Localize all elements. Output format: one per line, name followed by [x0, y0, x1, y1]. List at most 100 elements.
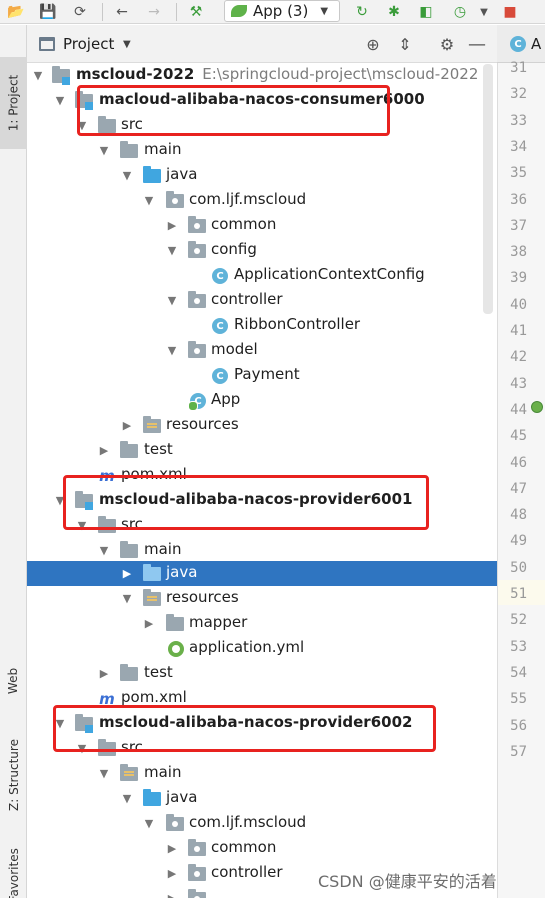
main-label: main [144, 540, 182, 558]
expand-arrow-icon[interactable]: ▼ [76, 736, 88, 761]
rerun-icon[interactable]: ↻ [352, 2, 372, 22]
tree-row-model[interactable]: ▼ model [27, 338, 497, 363]
panel-title[interactable]: Project [63, 35, 114, 53]
expand-arrow-icon[interactable]: ▼ [76, 513, 88, 538]
collapsed-arrow-icon[interactable]: ▶ [98, 438, 110, 463]
tree-row-consumer-module[interactable]: ▼ macloud-alibaba-nacos-consumer6000 [27, 88, 497, 113]
tree-row-application-yml[interactable]: application.yml [27, 636, 497, 661]
tab-project[interactable]: 1: Project [0, 57, 27, 149]
debug-bug-icon[interactable]: ✱ [384, 2, 404, 22]
line-number: 56 [510, 717, 527, 734]
expand-arrow-icon[interactable]: ▼ [98, 138, 110, 163]
back-icon[interactable]: ← [112, 2, 132, 22]
expand-arrow-icon[interactable]: ▼ [54, 488, 66, 513]
expand-arrow-icon[interactable]: ▼ [54, 711, 66, 736]
expand-arrow-icon[interactable]: ▼ [121, 163, 133, 188]
editor-tab[interactable]: C A [497, 25, 545, 63]
collapsed-arrow-icon[interactable]: ▶ [121, 561, 133, 586]
tree-row-app-context-config[interactable]: C ApplicationContextConfig [27, 263, 497, 288]
chevron-down-icon[interactable]: ▼ [474, 2, 494, 22]
run-gutter-icon[interactable] [531, 401, 543, 413]
expand-arrow-icon[interactable]: ▼ [166, 238, 178, 263]
tree-row-ribbon-controller[interactable]: C RibbonController [27, 313, 497, 338]
resources-label: resources [166, 588, 239, 606]
tree-row-java[interactable]: ▼ java [27, 163, 497, 188]
tree-row-src[interactable]: ▼ src [27, 736, 497, 761]
collapsed-arrow-icon[interactable]: ▶ [166, 886, 178, 898]
tree-row-src[interactable]: ▼ src [27, 513, 497, 538]
tree-row-java-selected[interactable]: ▶ java [27, 561, 497, 586]
tree-row-pom[interactable]: m pom.xml [27, 686, 497, 711]
expand-arrow-icon[interactable]: ▼ [76, 113, 88, 138]
collapse-all-icon[interactable]: ⇕ [395, 34, 415, 54]
module-folder-icon [75, 714, 93, 733]
expand-arrow-icon[interactable]: ▼ [98, 538, 110, 563]
run-configuration-dropdown[interactable]: App (3) ▼ [224, 0, 340, 22]
tree-row-controller[interactable]: ▼ controller [27, 288, 497, 313]
tree-row-config[interactable]: ▼ config [27, 238, 497, 263]
minimize-icon[interactable]: — [467, 34, 487, 55]
expand-arrow-icon[interactable]: ▼ [166, 338, 178, 363]
tree-row-src[interactable]: ▼ src [27, 113, 497, 138]
tree-row-test[interactable]: ▶ test [27, 661, 497, 686]
tree-row-resources[interactable]: ▼ resources [27, 586, 497, 611]
tree-row-main[interactable]: ▼ main [27, 761, 497, 786]
tree-row-mapper[interactable]: ▶ mapper [27, 611, 497, 636]
sync-icon[interactable]: ⟳ [70, 2, 90, 22]
source-folder-icon [143, 789, 161, 806]
locate-crosshair-icon[interactable]: ⊕ [363, 34, 383, 54]
expand-arrow-icon[interactable]: ▼ [121, 786, 133, 811]
tab-structure[interactable]: Z: Structure [0, 725, 27, 825]
collapsed-arrow-icon[interactable]: ▶ [121, 413, 133, 438]
stop-icon[interactable]: ■ [500, 2, 520, 22]
expand-arrow-icon[interactable]: ▼ [121, 586, 133, 611]
tree-row-resources[interactable]: ▶ resources [27, 413, 497, 438]
tree-row-provider6001-module[interactable]: ▼ mscloud-alibaba-nacos-provider6001 [27, 488, 497, 513]
expand-arrow-icon[interactable]: ▼ [166, 288, 178, 313]
gear-icon[interactable]: ⚙ [437, 34, 457, 54]
forward-icon[interactable]: → [144, 2, 164, 22]
chevron-down-icon[interactable]: ▼ [123, 39, 131, 50]
expand-arrow-icon[interactable]: ▼ [32, 63, 44, 88]
expand-arrow-icon[interactable]: ▼ [98, 761, 110, 786]
package-label: com.ljf.mscloud [189, 813, 307, 831]
line-number: 34 [510, 138, 527, 155]
tree-row-common[interactable]: ▶ common [27, 836, 497, 861]
coverage-icon[interactable]: ◧ [416, 2, 436, 22]
collapsed-arrow-icon[interactable]: ▶ [166, 213, 178, 238]
line-number: 42 [510, 349, 527, 366]
tree-row-java[interactable]: ▼ java [27, 786, 497, 811]
maven-icon: m [99, 690, 115, 708]
tree-row-pom[interactable]: m pom.xml [27, 463, 497, 488]
tree-row-payment[interactable]: C Payment [27, 363, 497, 388]
tree-row-app[interactable]: C App [27, 388, 497, 413]
expand-arrow-icon[interactable]: ▼ [54, 88, 66, 113]
pom-label: pom.xml [121, 465, 187, 483]
expand-arrow-icon[interactable]: ▼ [143, 811, 155, 836]
tree-row-package[interactable]: ▼ com.ljf.mscloud [27, 188, 497, 213]
project-tree[interactable]: ▼ mscloud-2022 E:\springcloud-project\msc… [27, 63, 497, 898]
collapsed-arrow-icon[interactable]: ▶ [143, 611, 155, 636]
tree-row-package[interactable]: ▼ com.ljf.mscloud [27, 811, 497, 836]
tree-row-common[interactable]: ▶ common [27, 213, 497, 238]
tree-row-main[interactable]: ▼ main [27, 138, 497, 163]
line-number: 31 [510, 60, 527, 76]
tree-scrollbar[interactable] [483, 64, 493, 314]
line-number: 33 [510, 112, 527, 129]
tab-favorites[interactable]: 2: Favorites [0, 843, 27, 898]
tree-row-test[interactable]: ▶ test [27, 438, 497, 463]
line-number: 43 [510, 375, 527, 392]
profile-icon[interactable]: ◷ [450, 2, 470, 22]
line-number: 41 [510, 323, 527, 339]
open-folder-icon[interactable]: 📂 [6, 2, 26, 22]
collapsed-arrow-icon[interactable]: ▶ [98, 661, 110, 686]
tab-web[interactable]: Web [0, 651, 27, 711]
collapsed-arrow-icon[interactable]: ▶ [166, 836, 178, 861]
tree-row-main[interactable]: ▼ main [27, 538, 497, 563]
save-icon[interactable]: 💾 [38, 2, 58, 22]
tree-row-provider6002-module[interactable]: ▼ mscloud-alibaba-nacos-provider6002 [27, 711, 497, 736]
collapsed-arrow-icon[interactable]: ▶ [166, 861, 178, 886]
tree-row-root[interactable]: ▼ mscloud-2022 E:\springcloud-project\msc… [27, 63, 497, 88]
build-hammer-icon[interactable]: ⚒ [186, 2, 206, 22]
expand-arrow-icon[interactable]: ▼ [143, 188, 155, 213]
